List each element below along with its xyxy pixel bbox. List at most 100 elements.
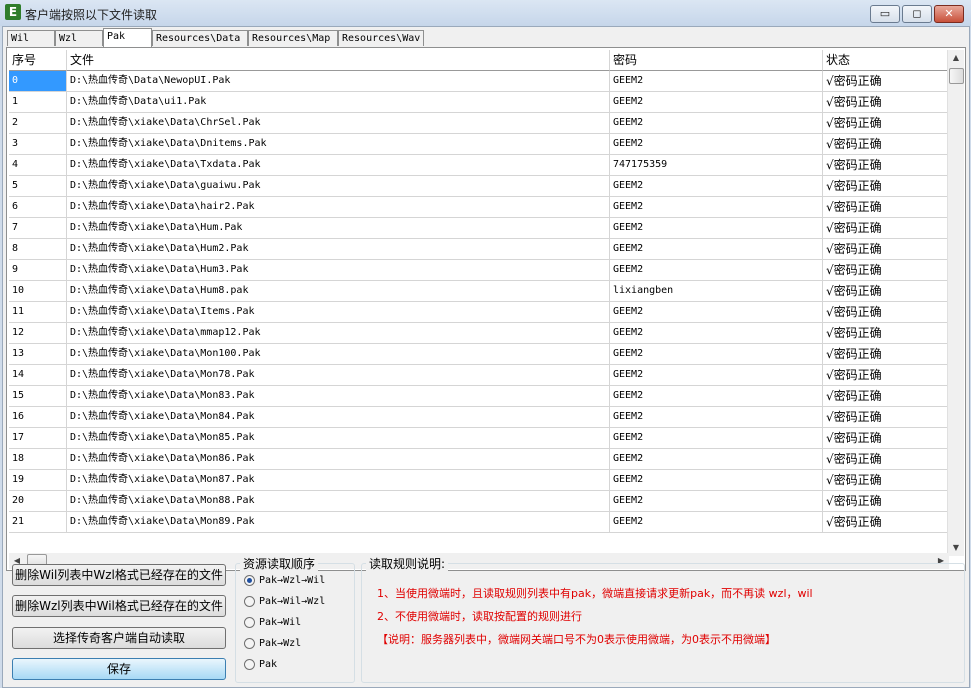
row-status[interactable]: √密码正确 <box>823 176 949 197</box>
maximize-button[interactable]: ◻ <box>902 5 932 23</box>
row-status[interactable]: √密码正确 <box>823 470 949 491</box>
row-file-path[interactable]: D:\热血传奇\xiake\Data\mmap12.Pak <box>67 323 610 344</box>
row-file-path[interactable]: D:\热血传奇\xiake\Data\Hum2.Pak <box>67 239 610 260</box>
row-file-path[interactable]: D:\热血传奇\xiake\Data\Mon87.Pak <box>67 470 610 491</box>
row-index[interactable]: 0 <box>9 71 67 92</box>
row-file-path[interactable]: D:\热血传奇\xiake\Data\Txdata.Pak <box>67 155 610 176</box>
column-header-status[interactable]: 状态 <box>823 50 949 71</box>
row-index[interactable]: 2 <box>9 113 67 134</box>
row-status[interactable]: √密码正确 <box>823 344 949 365</box>
row-status[interactable]: √密码正确 <box>823 428 949 449</box>
table-row[interactable]: 16 D:\热血传奇\xiake\Data\Mon84.Pak GEEM2 √密码正确 <box>9 407 949 428</box>
row-index[interactable]: 11 <box>9 302 67 323</box>
row-file-path[interactable]: D:\热血传奇\xiake\Data\ChrSel.Pak <box>67 113 610 134</box>
table-row[interactable]: 17 D:\热血传奇\xiake\Data\Mon85.Pak GEEM2 √密码正确 <box>9 428 949 449</box>
row-file-path[interactable]: D:\热血传奇\xiake\Data\Hum8.pak <box>67 281 610 302</box>
row-password[interactable]: GEEM2 <box>610 134 823 155</box>
vertical-scroll-thumb[interactable] <box>949 68 964 84</box>
row-status[interactable]: √密码正确 <box>823 260 949 281</box>
row-index[interactable]: 9 <box>9 260 67 281</box>
row-status[interactable]: √密码正确 <box>823 134 949 155</box>
row-file-path[interactable]: D:\热血传奇\Data\ui1.Pak <box>67 92 610 113</box>
row-password[interactable]: GEEM2 <box>610 260 823 281</box>
row-password[interactable]: GEEM2 <box>610 491 823 512</box>
row-status[interactable]: √密码正确 <box>823 281 949 302</box>
row-file-path[interactable]: D:\热血传奇\xiake\Data\Mon85.Pak <box>67 428 610 449</box>
row-index[interactable]: 1 <box>9 92 67 113</box>
row-file-path[interactable]: D:\热血传奇\xiake\Data\guaiwu.Pak <box>67 176 610 197</box>
table-row[interactable]: 15 D:\热血传奇\xiake\Data\Mon83.Pak GEEM2 √密码正确 <box>9 386 949 407</box>
row-index[interactable]: 8 <box>9 239 67 260</box>
row-index[interactable]: 19 <box>9 470 67 491</box>
row-status[interactable]: √密码正确 <box>823 155 949 176</box>
auto-read-client-button[interactable]: 选择传奇客户端自动读取 <box>12 627 226 649</box>
row-file-path[interactable]: D:\热血传奇\xiake\Data\Mon88.Pak <box>67 491 610 512</box>
row-file-path[interactable]: D:\热血传奇\xiake\Data\Mon100.Pak <box>67 344 610 365</box>
table-row[interactable]: 13 D:\热血传奇\xiake\Data\Mon100.Pak GEEM2 √密码正… <box>9 344 949 365</box>
tab-wil[interactable]: Wil <box>7 30 55 46</box>
row-file-path[interactable]: D:\热血传奇\xiake\Data\Dnitems.Pak <box>67 134 610 155</box>
tab-wzl[interactable]: Wzl <box>55 30 103 46</box>
scroll-up-arrow-icon[interactable]: ▲ <box>948 50 964 66</box>
row-password[interactable]: lixiangben <box>610 281 823 302</box>
column-header-file[interactable]: 文件 <box>67 50 610 71</box>
row-file-path[interactable]: D:\热血传奇\xiake\Data\Mon84.Pak <box>67 407 610 428</box>
table-row[interactable]: 8 D:\热血传奇\xiake\Data\Hum2.Pak GEEM2 √密码正确 <box>9 239 949 260</box>
row-status[interactable]: √密码正确 <box>823 449 949 470</box>
row-password[interactable]: GEEM2 <box>610 239 823 260</box>
vertical-scrollbar[interactable]: ▲ ▼ <box>947 50 964 556</box>
row-status[interactable]: √密码正确 <box>823 365 949 386</box>
row-password[interactable]: GEEM2 <box>610 197 823 218</box>
row-password[interactable]: GEEM2 <box>610 344 823 365</box>
row-file-path[interactable]: D:\热血传奇\Data\NewopUI.Pak <box>67 71 610 92</box>
row-password[interactable]: GEEM2 <box>610 92 823 113</box>
row-password[interactable]: GEEM2 <box>610 365 823 386</box>
row-file-path[interactable]: D:\热血传奇\xiake\Data\Mon86.Pak <box>67 449 610 470</box>
row-password[interactable]: 747175359 <box>610 155 823 176</box>
save-button[interactable]: 保存 <box>12 658 226 680</box>
row-file-path[interactable]: D:\热血传奇\xiake\Data\Mon89.Pak <box>67 512 610 533</box>
row-index[interactable]: 14 <box>9 365 67 386</box>
row-index[interactable]: 3 <box>9 134 67 155</box>
row-index[interactable]: 7 <box>9 218 67 239</box>
row-index[interactable]: 6 <box>9 197 67 218</box>
row-index[interactable]: 10 <box>9 281 67 302</box>
row-password[interactable]: GEEM2 <box>610 428 823 449</box>
row-file-path[interactable]: D:\热血传奇\xiake\Data\Mon78.Pak <box>67 365 610 386</box>
row-password[interactable]: GEEM2 <box>610 512 823 533</box>
row-status[interactable]: √密码正确 <box>823 92 949 113</box>
row-file-path[interactable]: D:\热血传奇\xiake\Data\Mon83.Pak <box>67 386 610 407</box>
row-index[interactable]: 15 <box>9 386 67 407</box>
column-header-password[interactable]: 密码 <box>610 50 823 71</box>
row-password[interactable]: GEEM2 <box>610 71 823 92</box>
row-index[interactable]: 4 <box>9 155 67 176</box>
row-status[interactable]: √密码正确 <box>823 491 949 512</box>
table-row[interactable]: 14 D:\热血传奇\xiake\Data\Mon78.Pak GEEM2 √密码正确 <box>9 365 949 386</box>
row-status[interactable]: √密码正确 <box>823 71 949 92</box>
delete-wil-duplicates-button[interactable]: 删除Wil列表中Wzl格式已经存在的文件 <box>12 564 226 586</box>
row-status[interactable]: √密码正确 <box>823 323 949 344</box>
minimize-button[interactable]: ▭ <box>870 5 900 23</box>
row-password[interactable]: GEEM2 <box>610 449 823 470</box>
tab-resources-wav[interactable]: Resources\Wav <box>338 30 424 46</box>
row-index[interactable]: 18 <box>9 449 67 470</box>
table-row[interactable]: 5 D:\热血传奇\xiake\Data\guaiwu.Pak GEEM2 √密码正确 <box>9 176 949 197</box>
row-file-path[interactable]: D:\热血传奇\xiake\Data\Hum3.Pak <box>67 260 610 281</box>
row-status[interactable]: √密码正确 <box>823 197 949 218</box>
row-index[interactable]: 13 <box>9 344 67 365</box>
table-row[interactable]: 18 D:\热血传奇\xiake\Data\Mon86.Pak GEEM2 √密码正确 <box>9 449 949 470</box>
row-status[interactable]: √密码正确 <box>823 218 949 239</box>
table-row[interactable]: 0 D:\热血传奇\Data\NewopUI.Pak GEEM2 √密码正确 <box>9 71 949 92</box>
row-password[interactable]: GEEM2 <box>610 113 823 134</box>
tab-resources-map[interactable]: Resources\Map <box>248 30 338 46</box>
table-row[interactable]: 9 D:\热血传奇\xiake\Data\Hum3.Pak GEEM2 √密码正确 <box>9 260 949 281</box>
row-status[interactable]: √密码正确 <box>823 113 949 134</box>
row-password[interactable]: GEEM2 <box>610 302 823 323</box>
title-bar[interactable]: E 客户端按照以下文件读取 ▭ ◻ ✕ <box>0 0 971 26</box>
row-password[interactable]: GEEM2 <box>610 386 823 407</box>
row-password[interactable]: GEEM2 <box>610 176 823 197</box>
table-row[interactable]: 6 D:\热血传奇\xiake\Data\hair2.Pak GEEM2 √密码正确 <box>9 197 949 218</box>
row-index[interactable]: 17 <box>9 428 67 449</box>
table-row[interactable]: 20 D:\热血传奇\xiake\Data\Mon88.Pak GEEM2 √密码正确 <box>9 491 949 512</box>
row-index[interactable]: 12 <box>9 323 67 344</box>
